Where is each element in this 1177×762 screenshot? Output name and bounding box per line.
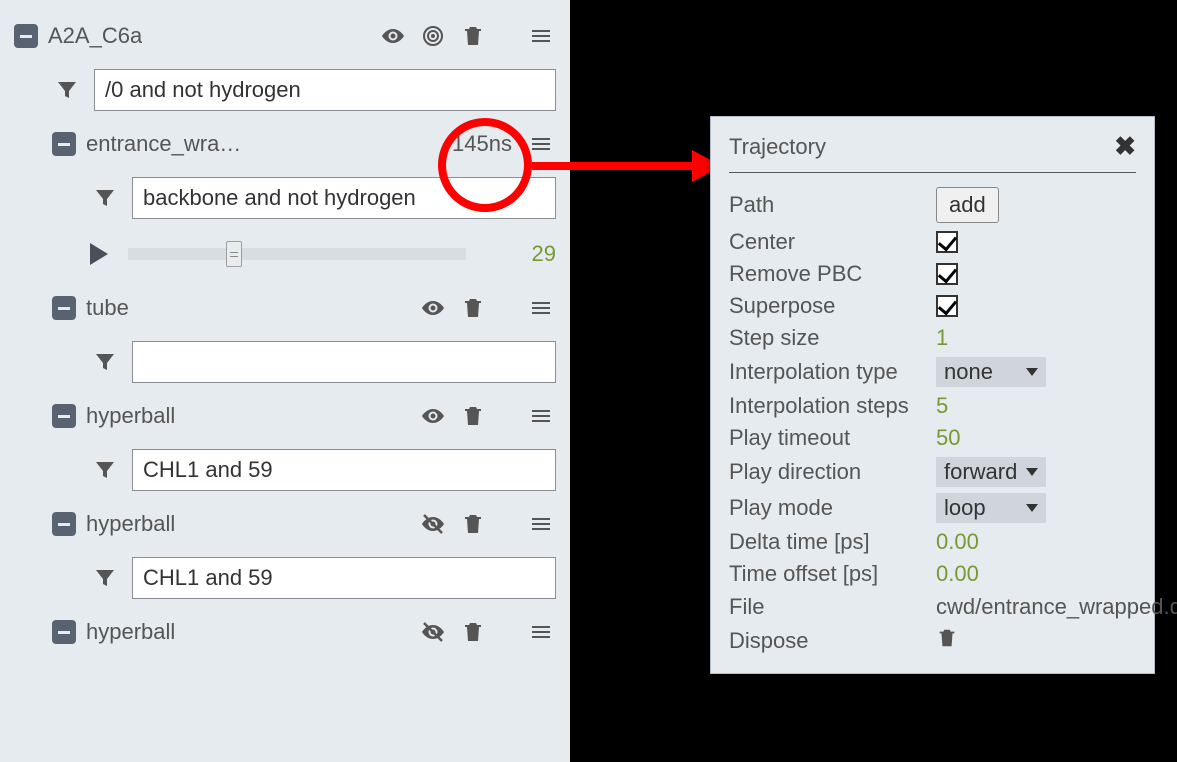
filter-row [14, 62, 556, 118]
hamburger-icon[interactable] [526, 617, 556, 647]
selection-input[interactable] [94, 69, 556, 111]
removepbc-checkbox[interactable] [936, 263, 958, 285]
play-icon[interactable] [90, 243, 108, 265]
representation-header: tube [14, 282, 556, 334]
component-name: A2A_C6a [48, 23, 142, 49]
trajectory-panel: Trajectory ✖ Path add Center Remove PBC … [710, 116, 1155, 674]
center-checkbox[interactable] [936, 231, 958, 253]
interp-steps-value[interactable]: 5 [936, 393, 1136, 419]
representation-header: hyperball [14, 390, 556, 442]
filter-row [14, 334, 556, 390]
component-sidebar: A2A_C6a entrance_wra… 145ns [0, 0, 570, 762]
hamburger-icon[interactable] [526, 401, 556, 431]
play-direction-select[interactable]: forward [936, 457, 1046, 487]
play-mode-label: Play mode [729, 495, 922, 521]
eye-icon[interactable] [418, 401, 448, 431]
collapse-icon[interactable] [14, 24, 38, 48]
superpose-checkbox[interactable] [936, 295, 958, 317]
superpose-label: Superpose [729, 293, 922, 319]
collapse-icon[interactable] [52, 132, 76, 156]
eye-icon[interactable] [418, 293, 448, 323]
play-timeout-label: Play timeout [729, 425, 922, 451]
representation-name: tube [86, 295, 129, 321]
representation-name: hyperball [86, 619, 175, 645]
trash-icon[interactable] [458, 401, 488, 431]
time-offset-label: Time offset [ps] [729, 561, 922, 587]
collapse-icon[interactable] [52, 620, 76, 644]
callout-circle [438, 118, 532, 212]
target-icon[interactable] [418, 21, 448, 51]
delta-time-label: Delta time [ps] [729, 529, 922, 555]
eye-off-icon[interactable] [418, 509, 448, 539]
hamburger-icon[interactable] [526, 21, 556, 51]
close-icon[interactable]: ✖ [1114, 131, 1136, 162]
add-path-button[interactable]: add [936, 187, 999, 223]
filter-icon [90, 183, 120, 213]
panel-title: Trajectory [729, 134, 1114, 160]
collapse-icon[interactable] [52, 404, 76, 428]
trash-icon[interactable] [458, 21, 488, 51]
trajectory-name: entrance_wra… [86, 131, 241, 157]
play-direction-label: Play direction [729, 459, 922, 485]
time-offset-value[interactable]: 0.00 [936, 561, 1136, 587]
representation-name: hyperball [86, 403, 175, 429]
filter-icon [52, 75, 82, 105]
delta-time-value[interactable]: 0.00 [936, 529, 1136, 555]
play-timeout-value[interactable]: 50 [936, 425, 1136, 451]
interp-type-label: Interpolation type [729, 359, 922, 385]
stepsize-label: Step size [729, 325, 922, 351]
representation-header: hyperball [14, 606, 556, 658]
representation-header: hyperball [14, 498, 556, 550]
filter-icon [90, 455, 120, 485]
eye-icon[interactable] [378, 21, 408, 51]
component-header: A2A_C6a [14, 10, 556, 62]
interp-steps-label: Interpolation steps [729, 393, 922, 419]
trajectory-player: 29 [14, 226, 556, 282]
interp-type-select[interactable]: none [936, 357, 1046, 387]
trash-icon[interactable] [936, 627, 958, 655]
path-label: Path [729, 192, 922, 218]
eye-off-icon[interactable] [418, 617, 448, 647]
center-label: Center [729, 229, 922, 255]
selection-input[interactable] [132, 341, 556, 383]
dispose-label: Dispose [729, 628, 922, 654]
callout-arrow [532, 146, 722, 186]
trash-icon[interactable] [458, 617, 488, 647]
slider-thumb[interactable] [226, 241, 242, 267]
selection-input[interactable] [132, 557, 556, 599]
stepsize-value[interactable]: 1 [936, 325, 1136, 351]
filter-icon [90, 347, 120, 377]
hamburger-icon[interactable] [526, 293, 556, 323]
file-label: File [729, 594, 922, 620]
file-value: cwd/entrance_wrapped.dcd [936, 593, 1136, 621]
collapse-icon[interactable] [52, 296, 76, 320]
representation-name: hyperball [86, 511, 175, 537]
frame-slider[interactable] [128, 248, 466, 260]
play-mode-select[interactable]: loop [936, 493, 1046, 523]
removepbc-label: Remove PBC [729, 261, 922, 287]
hamburger-icon[interactable] [526, 509, 556, 539]
selection-input[interactable] [132, 449, 556, 491]
frame-value: 29 [516, 241, 556, 267]
panel-header: Trajectory ✖ [729, 131, 1136, 173]
filter-icon [90, 563, 120, 593]
trash-icon[interactable] [458, 509, 488, 539]
filter-row [14, 442, 556, 498]
trash-icon[interactable] [458, 293, 488, 323]
filter-row [14, 550, 556, 606]
collapse-icon[interactable] [52, 512, 76, 536]
